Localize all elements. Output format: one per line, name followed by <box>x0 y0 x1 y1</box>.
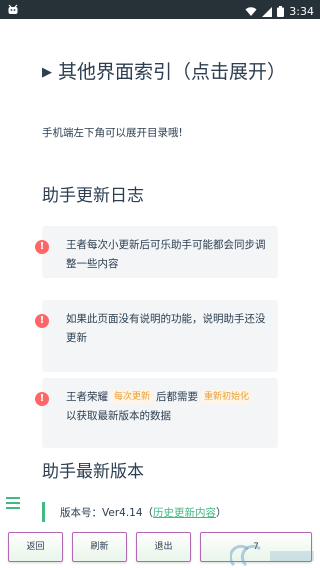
menu-icon[interactable] <box>6 497 20 509</box>
mobile-hint: 手机端左下角可以展开目录哦! <box>42 127 183 139</box>
paren-open: （ <box>142 507 154 519</box>
version-text: 版本号：Ver4.14（历史更新内容） <box>60 505 227 520</box>
notice-text: 王者每次小更新后可乐助手可能都会同步调整一些内容 <box>66 239 266 270</box>
page-content: ▶ 其他界面索引（点击展开） 手机端左下角可以展开目录哦! 助手更新日志 ! 王者… <box>0 19 320 568</box>
index-toggle[interactable]: ▶ 其他界面索引（点击展开） <box>42 57 298 88</box>
alert-icon: ! <box>35 392 49 406</box>
index-title: 其他界面索引（点击展开） <box>58 61 287 83</box>
notice-text-end: 以获取最新版本的数据 <box>66 410 171 422</box>
reinit-tag: 重新初始化 <box>201 390 253 404</box>
alert-icon: ! <box>35 314 49 328</box>
version-row: 版本号：Ver4.14（历史更新内容） <box>42 502 302 522</box>
back-button[interactable]: 返回 <box>8 532 63 562</box>
log-heading: 助手更新日志 <box>42 186 144 206</box>
android-debug-icon <box>6 2 20 19</box>
notice-text-start: 王者荣耀 <box>66 391 108 403</box>
version-label: 版本号： <box>60 507 102 519</box>
version-heading: 助手最新版本 <box>42 462 144 482</box>
notice-item: ! 如果此页面没有说明的功能，说明助手还没更新 <box>35 300 278 372</box>
notice-text: 如果此页面没有说明的功能，说明助手还没更新 <box>66 313 266 344</box>
notice-text-mid: 后都需要 <box>156 391 199 403</box>
watermark-logo <box>228 541 320 568</box>
version-number: Ver4.14 <box>102 507 143 519</box>
status-time: 3:34 <box>289 5 314 18</box>
status-bar: 3:34 <box>0 0 320 19</box>
exit-button[interactable]: 退出 <box>136 532 191 562</box>
expand-arrow-icon: ▶ <box>42 65 52 80</box>
notice-item: ! 王者荣耀 每次更新 后都需要 重新初始化 以获取最新版本的数据 <box>35 378 278 448</box>
alert-icon: ! <box>35 240 49 254</box>
history-link[interactable]: 历史更新内容 <box>153 507 216 519</box>
paren-close: ） <box>216 507 227 519</box>
notice-item: ! 王者每次小更新后可乐助手可能都会同步调整一些内容 <box>35 226 278 278</box>
version-accent-bar <box>42 502 45 522</box>
update-tag: 每次更新 <box>111 390 154 404</box>
refresh-button[interactable]: 刷新 <box>72 532 127 562</box>
